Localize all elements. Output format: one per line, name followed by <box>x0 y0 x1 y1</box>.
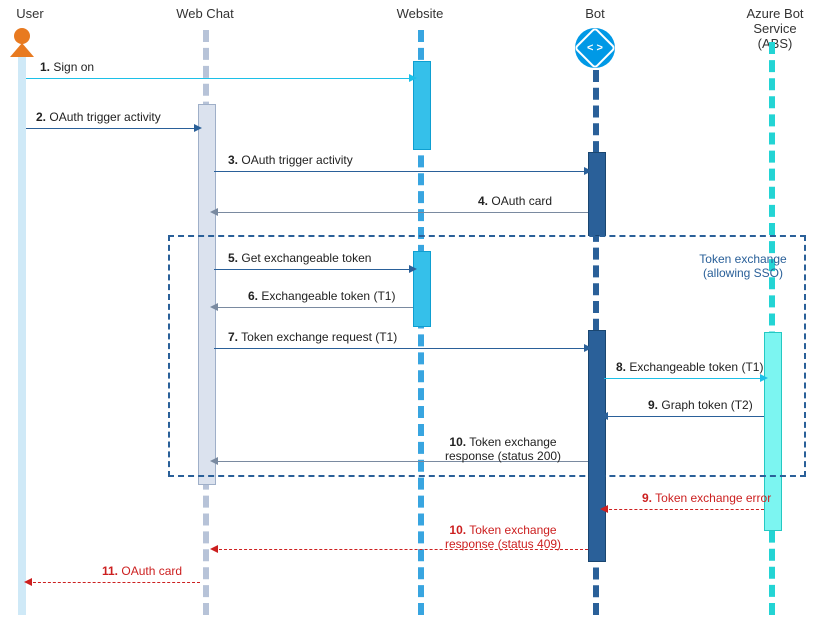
label-m2: 2. OAuth trigger activity <box>36 110 161 124</box>
label-m1: 1. Sign on <box>40 60 94 74</box>
label-m9: 9. Graph token (T2) <box>648 398 753 412</box>
arrow-m1 <box>26 78 413 79</box>
lifeline-user <box>18 57 26 615</box>
arrow-head-m10b <box>210 545 218 553</box>
bot-icon: < > <box>575 28 615 68</box>
arrow-m6 <box>214 307 413 308</box>
arrow-head-m9b <box>600 505 608 513</box>
arrow-head-m2 <box>194 124 202 132</box>
lane-label-webchat: Web Chat <box>175 6 235 21</box>
arrow-m2 <box>26 128 198 129</box>
group-label: Token exchange(allowing SSO) <box>688 252 798 280</box>
arrow-head-m5 <box>409 265 417 273</box>
sequence-diagram: User Web Chat Website Bot Azure Bot Serv… <box>0 0 830 622</box>
arrow-head-m7 <box>584 344 592 352</box>
arrow-m9b <box>604 509 764 510</box>
lane-label-website: Website <box>395 6 445 21</box>
arrow-head-m1 <box>409 74 417 82</box>
label-m9b: 9. Token exchange error <box>642 491 771 505</box>
label-m3: 3. OAuth trigger activity <box>228 153 353 167</box>
arrow-head-m11 <box>24 578 32 586</box>
arrow-head-m10 <box>210 457 218 465</box>
label-m5: 5. Get exchangeable token <box>228 251 371 265</box>
user-icon-body <box>10 43 34 57</box>
arrow-m5 <box>214 269 413 270</box>
activation-bot-1 <box>588 152 606 236</box>
arrow-m11 <box>28 582 200 583</box>
label-m10: 10. Token exchange response (status 200) <box>428 435 578 463</box>
lane-label-bot: Bot <box>580 6 610 21</box>
arrow-head-m6 <box>210 303 218 311</box>
arrow-m4 <box>214 212 588 213</box>
arrow-head-m4 <box>210 208 218 216</box>
label-m4: 4. OAuth card <box>478 194 552 208</box>
lane-label-abs: Azure Bot Service(ABS) <box>730 6 820 51</box>
activation-website-2 <box>413 251 431 327</box>
arrow-head-m9 <box>600 412 608 420</box>
label-m10b: 10. Token exchange response (status 409) <box>428 523 578 551</box>
label-m7: 7. Token exchange request (T1) <box>228 330 397 344</box>
arrow-head-m8 <box>760 374 768 382</box>
arrow-head-m3 <box>584 167 592 175</box>
arrow-m8 <box>604 378 764 379</box>
label-m6: 6. Exchangeable token (T1) <box>248 289 395 303</box>
label-m8: 8. Exchangeable token (T1) <box>616 360 763 374</box>
user-icon <box>14 28 30 44</box>
activation-webchat <box>198 104 216 485</box>
activation-bot-2 <box>588 330 606 562</box>
arrow-m7 <box>214 348 588 349</box>
label-m11: 11. OAuth card <box>102 564 182 578</box>
lane-label-user: User <box>10 6 50 21</box>
arrow-m3 <box>214 171 588 172</box>
arrow-m9 <box>604 416 764 417</box>
